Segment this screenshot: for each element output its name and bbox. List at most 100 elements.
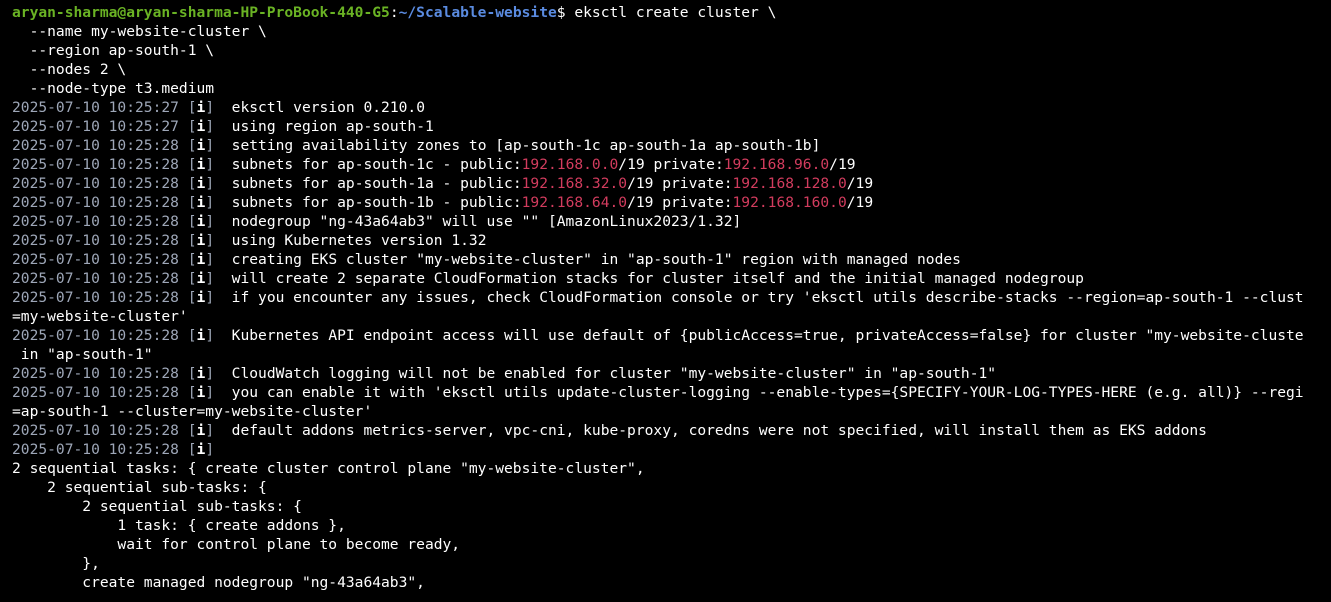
log-timestamp: 2025-07-10 10:25:28 [ — [12, 194, 197, 211]
output-text: /19 private: — [618, 156, 724, 173]
prompt-path: ~/Scalable-website — [398, 4, 557, 21]
output-text: --nodes 2 \ — [12, 61, 127, 78]
terminal-line: 2025-07-10 10:25:28 [i] if you encounter… — [12, 288, 1304, 307]
terminal-line: 2025-07-10 10:25:28 [i] CloudWatch loggi… — [12, 364, 996, 383]
output-text: /19 private: — [627, 175, 733, 192]
log-timestamp: 2025-07-10 10:25:28 [ — [12, 422, 197, 439]
output-text: in "ap-south-1" — [12, 346, 153, 363]
output-text: --region ap-south-1 \ — [12, 42, 215, 59]
terminal-line: create managed nodegroup "ng-43a64ab3", — [12, 573, 425, 592]
terminal-line: 2025-07-10 10:25:28 [i] creating EKS clu… — [12, 250, 961, 269]
output-text: create managed nodegroup "ng-43a64ab3", — [12, 574, 425, 591]
ip-address: 192.168.32.0 — [521, 175, 628, 192]
output-text: subnets for ap-south-1c - public: — [214, 156, 522, 173]
log-level-info: i — [196, 118, 206, 135]
log-timestamp: ] — [205, 270, 215, 287]
log-timestamp: ] — [205, 327, 215, 344]
terminal-line: 2025-07-10 10:25:28 [i] subnets for ap-s… — [12, 155, 856, 174]
terminal-line: in "ap-south-1" — [12, 345, 153, 364]
terminal-line: 2 sequential sub-tasks: { — [12, 478, 267, 497]
log-level-info: i — [196, 251, 206, 268]
terminal-line: 2025-07-10 10:25:28 [i] you can enable i… — [12, 383, 1304, 402]
output-text: 2 sequential sub-tasks: { — [12, 498, 302, 515]
terminal-line: 2025-07-10 10:25:28 [i] using Kubernetes… — [12, 231, 486, 250]
log-level-info: i — [196, 270, 206, 287]
log-level-info: i — [196, 384, 206, 401]
log-timestamp: 2025-07-10 10:25:28 [ — [12, 365, 197, 382]
terminal-window[interactable]: aryan-sharma@aryan-sharma-HP-ProBook-440… — [0, 0, 1331, 602]
log-timestamp: 2025-07-10 10:25:28 [ — [12, 156, 197, 173]
output-text: setting availability zones to [ap-south-… — [214, 137, 821, 154]
output-text: creating EKS cluster "my-website-cluster… — [214, 251, 961, 268]
output-text: --node-type t3.medium — [12, 80, 215, 97]
log-timestamp: 2025-07-10 10:25:28 [ — [12, 213, 197, 230]
output-text: nodegroup "ng-43a64ab3" will use "" [Ama… — [214, 213, 742, 230]
output-text: subnets for ap-south-1b - public: — [214, 194, 522, 211]
log-timestamp: 2025-07-10 10:25:28 [ — [12, 251, 197, 268]
log-timestamp: 2025-07-10 10:25:28 [ — [12, 232, 197, 249]
log-timestamp: 2025-07-10 10:25:28 [ — [12, 175, 197, 192]
terminal-line: 2025-07-10 10:25:28 [i] default addons m… — [12, 421, 1207, 440]
ip-address: 192.168.160.0 — [732, 194, 847, 211]
log-level-info: i — [196, 156, 206, 173]
output-text: 2 sequential sub-tasks: { — [12, 479, 267, 496]
log-level-info: i — [196, 441, 206, 458]
log-level-info: i — [196, 365, 206, 382]
output-text: using region ap-south-1 — [214, 118, 434, 135]
output-text: subnets for ap-south-1a - public: — [214, 175, 522, 192]
output-text: you can enable it with 'eksctl utils upd… — [214, 384, 1304, 401]
output-text: /19 — [846, 175, 874, 192]
log-timestamp: ] — [205, 289, 215, 306]
log-level-info: i — [196, 232, 206, 249]
log-timestamp: ] — [205, 251, 215, 268]
output-text: =ap-south-1 --cluster=my-website-cluster… — [12, 403, 373, 420]
terminal-line: 2025-07-10 10:25:28 [i] nodegroup "ng-43… — [12, 212, 741, 231]
prompt-user-host: aryan-sharma@aryan-sharma-HP-ProBook-440… — [12, 4, 390, 21]
output-text: : — [389, 4, 399, 21]
log-timestamp: ] — [205, 365, 215, 382]
terminal-line: --node-type t3.medium — [12, 79, 215, 98]
ip-address: 192.168.0.0 — [521, 156, 619, 173]
terminal-line: =my-website-cluster' — [12, 307, 188, 326]
log-timestamp: 2025-07-10 10:25:28 [ — [12, 327, 197, 344]
output-text: Kubernetes API endpoint access will use … — [214, 327, 1304, 344]
ip-address: 192.168.96.0 — [723, 156, 830, 173]
log-timestamp: ] — [205, 156, 215, 173]
log-timestamp: ] — [205, 232, 215, 249]
terminal-line: 2025-07-10 10:25:28 [i] subnets for ap-s… — [12, 174, 873, 193]
log-timestamp: 2025-07-10 10:25:28 [ — [12, 270, 197, 287]
output-text: if you encounter any issues, check Cloud… — [214, 289, 1304, 306]
output-text: /19 private: — [627, 194, 733, 211]
output-text: 1 task: { create addons }, — [12, 517, 346, 534]
terminal-line: 2025-07-10 10:25:28 [i] Kubernetes API e… — [12, 326, 1304, 345]
log-timestamp: ] — [205, 137, 215, 154]
ip-address: 192.168.128.0 — [732, 175, 847, 192]
log-timestamp: ] — [205, 118, 215, 135]
log-level-info: i — [196, 327, 206, 344]
terminal-line: =ap-south-1 --cluster=my-website-cluster… — [12, 402, 372, 421]
output-text: /19 — [846, 194, 874, 211]
terminal-line: wait for control plane to become ready, — [12, 535, 460, 554]
output-text: default addons metrics-server, vpc-cni, … — [214, 422, 1207, 439]
output-text: 2 sequential tasks: { create cluster con… — [12, 460, 645, 477]
terminal-line: 1 task: { create addons }, — [12, 516, 346, 535]
terminal-line: 2025-07-10 10:25:28 [i] setting availabi… — [12, 136, 820, 155]
terminal-line: --region ap-south-1 \ — [12, 41, 215, 60]
terminal-line: --name my-website-cluster \ — [12, 22, 267, 41]
log-level-info: i — [196, 99, 206, 116]
log-timestamp: ] — [205, 99, 215, 116]
terminal-line: 2025-07-10 10:25:28 [i] subnets for ap-s… — [12, 193, 873, 212]
output-text: using Kubernetes version 1.32 — [214, 232, 487, 249]
ip-address: 192.168.64.0 — [521, 194, 628, 211]
log-timestamp: ] — [205, 175, 215, 192]
log-timestamp: ] — [205, 441, 215, 458]
terminal-line: 2 sequential sub-tasks: { — [12, 497, 302, 516]
output-text: wait for control plane to become ready, — [12, 536, 461, 553]
output-text: }, — [12, 555, 100, 572]
terminal-line: 2025-07-10 10:25:27 [i] eksctl version 0… — [12, 98, 425, 117]
output-text: --name my-website-cluster \ — [12, 23, 267, 40]
log-level-info: i — [196, 422, 206, 439]
log-level-info: i — [196, 175, 206, 192]
log-level-info: i — [196, 289, 206, 306]
log-level-info: i — [196, 137, 206, 154]
